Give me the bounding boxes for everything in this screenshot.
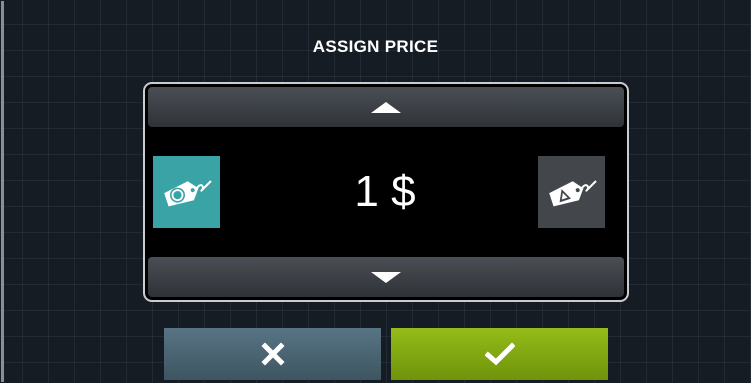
price-panel: 1 $ xyxy=(143,82,629,302)
tag-coin-button[interactable] xyxy=(153,156,220,228)
confirm-button[interactable] xyxy=(391,328,608,380)
checkmark-icon xyxy=(484,342,515,366)
price-value: 1 $ xyxy=(354,167,416,216)
increase-button[interactable] xyxy=(148,87,624,127)
price-tag-delta-icon xyxy=(548,180,597,207)
triangle-up-icon xyxy=(371,101,401,113)
triangle-down-icon xyxy=(371,271,401,283)
price-tag-coin-icon xyxy=(163,180,212,207)
tag-delta-button[interactable] xyxy=(538,156,605,228)
x-icon xyxy=(260,342,285,366)
dialog-title: ASSIGN PRICE xyxy=(312,37,439,56)
decrease-button[interactable] xyxy=(148,257,624,297)
cancel-button[interactable] xyxy=(164,328,381,380)
